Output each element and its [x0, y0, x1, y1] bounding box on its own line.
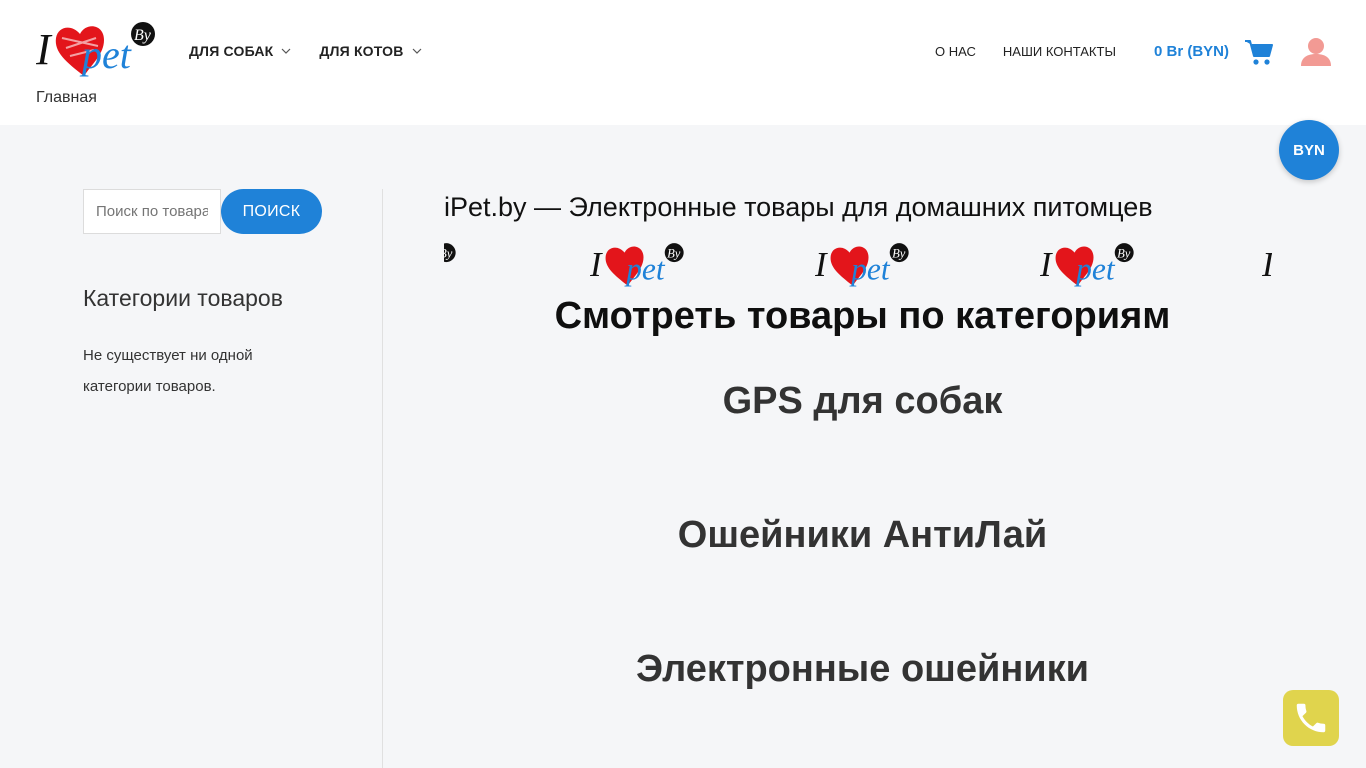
search-button[interactable]: ПОИСК: [221, 189, 322, 234]
svg-text:pet: pet: [624, 251, 666, 286]
ipet-logo[interactable]: I pet By: [36, 18, 158, 84]
category-gps[interactable]: GPS для собак: [444, 380, 1281, 423]
svg-text:I: I: [590, 246, 603, 284]
svg-text:I: I: [36, 25, 53, 74]
currency-switcher[interactable]: BYN: [1279, 120, 1339, 180]
ipet-logo: I pet By: [444, 243, 456, 263]
nav-contacts[interactable]: НАШИ КОНТАКТЫ: [1003, 44, 1116, 59]
search-input[interactable]: [83, 189, 221, 234]
svg-text:By: By: [892, 246, 906, 260]
ipet-logo: I pet By: [815, 243, 909, 286]
ipet-logo: I pet By: [590, 243, 684, 286]
svg-text:I: I: [815, 246, 828, 284]
svg-text:By: By: [667, 246, 681, 260]
sidebar-categories-title: Категории товаров: [83, 285, 283, 311]
secondary-nav: О НАС НАШИ КОНТАКТЫ: [935, 44, 1116, 59]
nav-dogs-label: ДЛЯ СОБАК: [189, 43, 274, 59]
ipet-logo: I pet By: [1040, 243, 1134, 286]
category-antibark[interactable]: Ошейники АнтиЛай: [444, 514, 1281, 557]
svg-text:By: By: [134, 27, 152, 44]
sidebar-categories-empty: Не существует ни одной категории товаров…: [83, 347, 253, 395]
home-link[interactable]: Главная: [36, 89, 97, 107]
phone-icon: [1296, 703, 1326, 733]
svg-text:pet: pet: [849, 251, 891, 286]
cart-icon[interactable]: [1244, 38, 1274, 66]
user-icon[interactable]: [1300, 36, 1332, 68]
site-header: I pet By Главная ДЛЯ СОБАК ДЛЯ КОТОВ О Н…: [0, 0, 1366, 125]
ipet-logo: I: [1262, 246, 1272, 284]
brand-logo-strip: I pet By I pet By I pet By I pet By I: [444, 238, 1272, 293]
svg-text:I: I: [1262, 246, 1272, 284]
content-divider: [382, 189, 383, 768]
cart-total[interactable]: 0 Br (BYN): [1154, 43, 1229, 60]
nav-about[interactable]: О НАС: [935, 44, 976, 59]
svg-text:By: By: [444, 246, 453, 260]
nav-cats-label: ДЛЯ КОТОВ: [319, 43, 404, 59]
chevron-down-icon: [281, 48, 291, 54]
svg-text:pet: pet: [1074, 251, 1116, 286]
call-button[interactable]: [1283, 690, 1339, 746]
svg-text:pet: pet: [79, 32, 132, 77]
svg-text:By: By: [1117, 246, 1131, 260]
page-title: iPet.by — Электронные товары для домашни…: [444, 192, 1153, 222]
section-title: Смотреть товары по категориям: [554, 295, 1171, 337]
nav-dogs[interactable]: ДЛЯ СОБАК: [189, 43, 291, 59]
nav-cats[interactable]: ДЛЯ КОТОВ: [319, 43, 422, 59]
main-nav: ДЛЯ СОБАК ДЛЯ КОТОВ: [189, 43, 422, 59]
svg-text:I: I: [1040, 246, 1053, 284]
chevron-down-icon: [412, 48, 422, 54]
category-electronic-collars[interactable]: Электронные ошейники: [444, 648, 1281, 691]
